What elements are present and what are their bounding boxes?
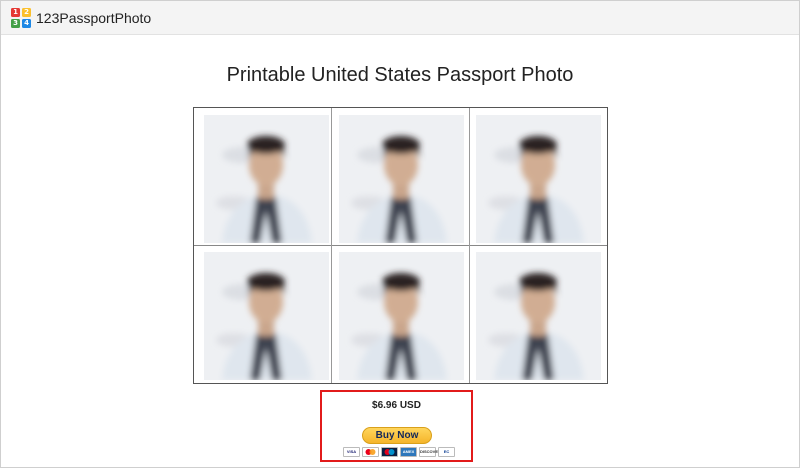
blurred-portrait bbox=[204, 252, 329, 380]
blurred-portrait bbox=[339, 115, 464, 243]
logo-tile-3: 3 bbox=[11, 19, 20, 28]
price-label: $6.96 USD bbox=[372, 400, 421, 411]
amex-card-icon: AMEX bbox=[400, 447, 417, 457]
ec-direct-card-icon: EC bbox=[438, 447, 455, 457]
maestro-card-icon bbox=[381, 447, 398, 457]
logo-tile-2: 2 bbox=[22, 8, 31, 17]
passport-photo-4 bbox=[204, 252, 329, 380]
visa-card-icon: VISA bbox=[343, 447, 360, 457]
passport-photo-2 bbox=[339, 115, 464, 243]
blurred-portrait bbox=[204, 115, 329, 243]
blurred-portrait bbox=[339, 252, 464, 380]
brand-name[interactable]: 123PassportPhoto bbox=[36, 10, 151, 26]
cut-line-vertical-1 bbox=[331, 108, 332, 383]
buy-now-button[interactable]: Buy Now bbox=[362, 427, 432, 444]
passport-photo-sheet bbox=[193, 107, 608, 384]
app-logo-icon[interactable]: 1 2 3 4 bbox=[11, 8, 31, 28]
blurred-portrait bbox=[476, 115, 601, 243]
blurred-portrait bbox=[476, 252, 601, 380]
passport-photo-5 bbox=[339, 252, 464, 380]
logo-tile-1: 1 bbox=[11, 8, 20, 17]
passport-photo-1 bbox=[204, 115, 329, 243]
passport-photo-3 bbox=[476, 115, 601, 243]
purchase-box: $6.96 USD Buy Now VISA AMEX DISCOVER EC bbox=[320, 390, 473, 462]
header-bar: 1 2 3 4 123PassportPhoto bbox=[1, 1, 799, 35]
discover-card-icon: DISCOVER bbox=[419, 447, 441, 457]
logo-tile-4: 4 bbox=[22, 19, 31, 28]
payment-methods: VISA AMEX DISCOVER EC bbox=[343, 447, 463, 457]
cut-line-horizontal bbox=[194, 245, 607, 246]
page-title: Printable United States Passport Photo bbox=[226, 64, 574, 86]
cut-line-vertical-2 bbox=[469, 108, 470, 383]
mastercard-card-icon bbox=[362, 447, 379, 457]
passport-photo-6 bbox=[476, 252, 601, 380]
